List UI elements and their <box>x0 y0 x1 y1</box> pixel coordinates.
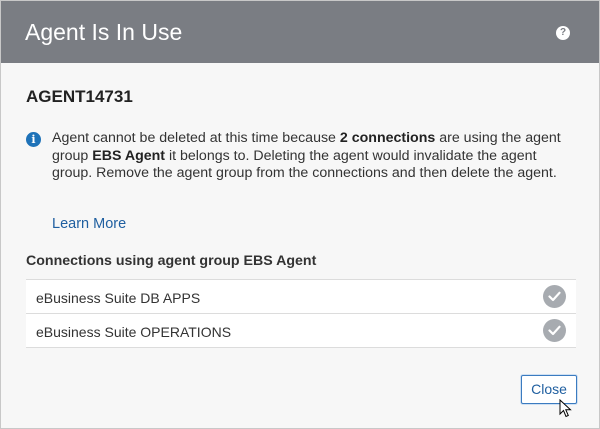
connection-row: eBusiness Suite OPERATIONS <box>26 314 576 348</box>
info-circle-icon: i <box>26 132 41 147</box>
agent-name: AGENT14731 <box>26 87 133 106</box>
connections-list: eBusiness Suite DB APPS eBusiness Suite … <box>26 279 576 348</box>
message-agent-group: EBS Agent <box>92 147 166 164</box>
check-circle-icon <box>543 319 566 342</box>
message-connections-count: 2 connections <box>339 130 436 146</box>
dialog-header: Agent Is In Use ? <box>1 1 599 63</box>
check-circle-icon <box>543 285 566 308</box>
dialog-title: Agent Is In Use <box>25 19 183 45</box>
learn-more-link[interactable]: Learn More <box>52 216 126 232</box>
connection-row: eBusiness Suite DB APPS <box>26 280 576 314</box>
message-text-1: Agent cannot be deleted at this time bec… <box>52 130 340 146</box>
info-message: Agent cannot be deleted at this time bec… <box>52 130 572 183</box>
agent-in-use-dialog: Agent Is In Use ? AGENT14731 i Agent can… <box>0 0 600 429</box>
connection-label: eBusiness Suite OPERATIONS <box>36 324 232 340</box>
mouse-cursor-icon <box>559 398 573 424</box>
connections-section-title: Connections using agent group EBS Agent <box>26 253 317 269</box>
connection-label: eBusiness Suite DB APPS <box>36 290 201 306</box>
question-circle-icon[interactable]: ? <box>556 26 570 40</box>
